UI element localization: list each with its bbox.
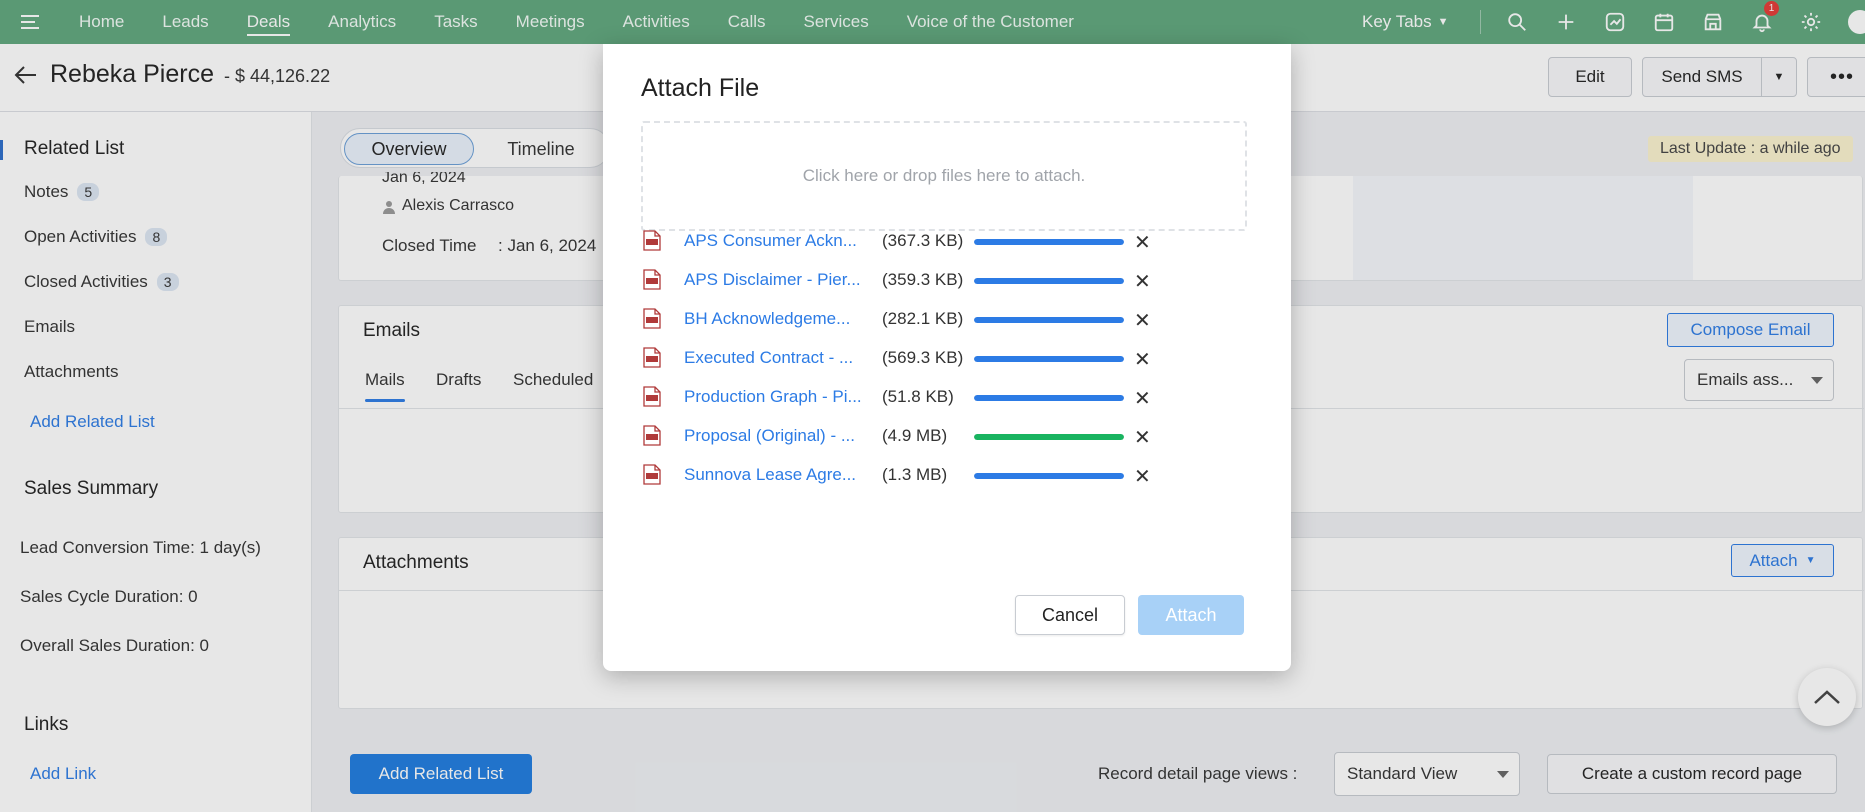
pdf-file-icon (643, 425, 661, 446)
file-size: (282.1 KB) (882, 309, 964, 328)
upload-progress-fill (974, 317, 1124, 323)
remove-file-icon[interactable]: ✕ (1134, 425, 1151, 450)
attach-file-dialog: Attach File Click here or drop files her… (603, 44, 1291, 671)
file-row: BH Acknowledgeme... (282.1 KB) ✕ (641, 304, 1201, 336)
pdf-file-icon (643, 308, 661, 329)
file-name-link[interactable]: Executed Contract - ... (684, 348, 872, 368)
file-row: Production Graph - Pi... (51.8 KB) ✕ (641, 382, 1201, 414)
remove-file-icon[interactable]: ✕ (1134, 386, 1151, 411)
file-size: (569.3 KB) (882, 348, 964, 367)
file-name-link[interactable]: APS Consumer Ackn... (684, 231, 872, 251)
upload-progress-fill (974, 434, 1124, 440)
file-name-link[interactable]: BH Acknowledgeme... (684, 309, 872, 329)
file-row: Executed Contract - ... (569.3 KB) ✕ (641, 343, 1201, 375)
file-name-link[interactable]: APS Disclaimer - Pier... (684, 270, 872, 290)
remove-file-icon[interactable]: ✕ (1134, 269, 1151, 294)
dialog-title: Attach File (641, 74, 760, 102)
file-name-link[interactable]: Sunnova Lease Agre... (684, 465, 872, 485)
upload-progress-fill (974, 473, 1124, 479)
upload-progress-bar (974, 356, 1124, 362)
file-row: APS Disclaimer - Pier... (359.3 KB) ✕ (641, 265, 1201, 297)
file-size: (51.8 KB) (882, 387, 954, 406)
pdf-file-icon (643, 269, 661, 290)
upload-progress-bar (974, 317, 1124, 323)
upload-progress-bar (974, 395, 1124, 401)
pdf-file-icon (643, 464, 661, 485)
upload-progress-fill (974, 395, 1124, 401)
file-row: Proposal (Original) - ... (4.9 MB) ✕ (641, 421, 1201, 453)
remove-file-icon[interactable]: ✕ (1134, 347, 1151, 372)
file-size: (4.9 MB) (882, 426, 948, 445)
file-size: (1.3 MB) (882, 465, 948, 484)
file-size: (359.3 KB) (882, 270, 964, 289)
remove-file-icon[interactable]: ✕ (1134, 464, 1151, 489)
upload-progress-fill (974, 356, 1124, 362)
file-row: Sunnova Lease Agre... (1.3 MB) ✕ (641, 460, 1201, 492)
pdf-file-icon (643, 386, 661, 407)
file-dropzone[interactable]: Click here or drop files here to attach. (641, 121, 1247, 231)
dropzone-text: Click here or drop files here to attach. (802, 166, 1086, 185)
file-size: (367.3 KB) (882, 231, 964, 250)
cancel-button[interactable]: Cancel (1015, 595, 1125, 635)
remove-file-icon[interactable]: ✕ (1134, 230, 1151, 255)
file-row: APS Consumer Ackn... (367.3 KB) ✕ (641, 226, 1201, 258)
file-name-link[interactable]: Production Graph - Pi... (684, 387, 872, 407)
file-name-link[interactable]: Proposal (Original) - ... (684, 426, 872, 446)
pdf-file-icon (643, 230, 661, 251)
remove-file-icon[interactable]: ✕ (1134, 308, 1151, 333)
upload-progress-fill (974, 239, 1124, 245)
upload-progress-bar (974, 473, 1124, 479)
pdf-file-icon (643, 347, 661, 368)
upload-progress-fill (974, 278, 1124, 284)
attach-button[interactable]: Attach (1138, 595, 1244, 635)
upload-progress-bar (974, 434, 1124, 440)
upload-progress-bar (974, 278, 1124, 284)
upload-progress-bar (974, 239, 1124, 245)
